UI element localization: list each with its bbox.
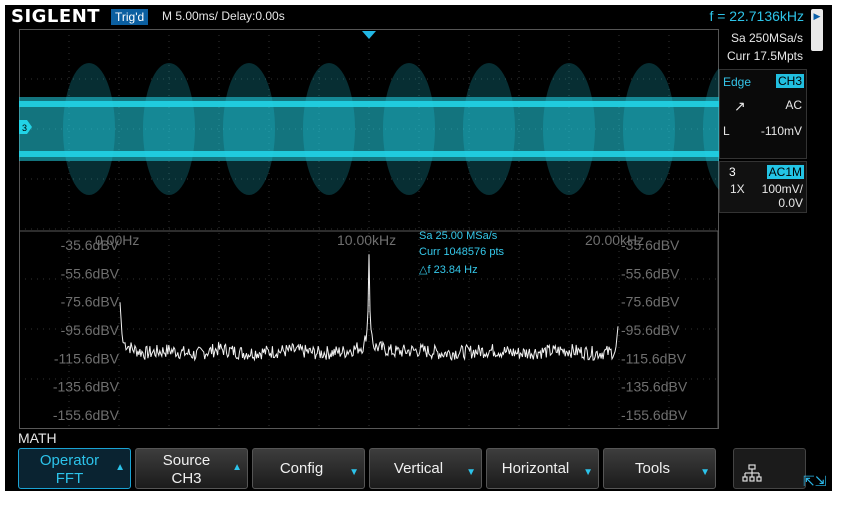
waveform-burst — [63, 63, 115, 195]
fft-points: Curr 1048576 pts — [419, 246, 504, 258]
fft-y-tick-label: -75.6dBV — [621, 294, 680, 310]
channel-number: 3 — [729, 165, 736, 179]
network-icon — [742, 464, 762, 482]
memory-depth-readout: Curr 17.5Mpts — [726, 49, 803, 63]
waveform-burst — [143, 63, 195, 195]
waveform-burst — [703, 68, 719, 190]
config-label: Config — [279, 460, 324, 477]
channel3-waveform — [19, 63, 719, 195]
fft-y-tick-label: -35.6dBV — [61, 237, 120, 253]
fft-x-tick-1: 10.00kHz — [337, 232, 396, 248]
graticule — [19, 29, 719, 429]
channel-coupling: AC1M — [766, 165, 804, 179]
expand-icon[interactable]: ⇱⇲ — [803, 473, 826, 490]
brand-logo: SIGLENT — [11, 6, 101, 27]
arrow-down-icon: ▼ — [700, 467, 710, 478]
fft-sample-rate: Sa 25.00 MSa/s — [419, 230, 498, 242]
trigger-level-label: L — [723, 124, 730, 138]
horizontal-softkey[interactable]: Horizontal ▼ — [486, 448, 599, 489]
fft-y-tick-label: -95.6dBV — [61, 322, 120, 338]
frequency-counter: f = 22.7136kHz — [709, 8, 804, 24]
tools-label: Tools — [634, 460, 671, 477]
sample-rate-readout: Sa 250MSa/s — [730, 31, 803, 45]
waveform-burst — [223, 63, 275, 195]
timebase-readout[interactable]: M 5.00ms/ Delay:0.00s — [162, 9, 285, 23]
arrow-down-icon: ▼ — [349, 467, 359, 478]
fft-y-tick-label: -55.6dBV — [61, 265, 120, 281]
fft-y-tick-label: -75.6dBV — [61, 294, 120, 310]
arrow-down-icon: ▼ — [583, 467, 593, 478]
trigger-source: CH3 — [775, 74, 804, 88]
config-softkey[interactable]: Config ▼ — [252, 448, 365, 489]
network-button[interactable] — [733, 448, 806, 489]
status-bar: SIGLENT Trig'd M 5.00ms/ Delay:0.00s f =… — [5, 5, 832, 29]
display-grid: 3 0.00Hz 10.00kHz 20.00kHz -35.6dBV -55.6… — [19, 29, 719, 429]
fft-info: Sa 25.00 MSa/s Curr 1048576 pts △f 23.84… — [419, 230, 504, 276]
fft-y-tick-label: -135.6dBV — [621, 379, 688, 395]
fft-y-ticks-left: -35.6dBV -55.6dBV -75.6dBV -95.6dBV -115.6dB… — [53, 237, 120, 423]
waveform-upper-edge — [19, 101, 719, 107]
waveform-burst — [463, 63, 515, 195]
fft-y-tick-label: -155.6dBV — [53, 407, 120, 423]
fft-y-tick-label: -35.6dBV — [621, 237, 680, 253]
softkey-bar: Operator FFT ▲ Source CH3 ▲ Config ▼ Ver… — [18, 448, 806, 490]
waveform-burst — [543, 63, 595, 195]
fft-resolution: △f 23.84 Hz — [419, 264, 478, 276]
menu-title: MATH — [18, 430, 57, 446]
rising-edge-icon: ↗ — [734, 98, 746, 114]
trigger-level: -110mV — [760, 124, 802, 138]
fft-y-tick-label: -135.6dBV — [53, 379, 120, 395]
channel-probe: 1X — [730, 182, 745, 196]
channel-offset: 0.0V — [778, 196, 803, 210]
fft-y-tick-label: -115.6dBV — [54, 350, 120, 366]
source-softkey[interactable]: Source CH3 ▲ — [135, 448, 248, 489]
waveform-burst — [383, 63, 435, 195]
horizontal-label: Horizontal — [501, 460, 570, 477]
trigger-position-marker[interactable] — [362, 31, 376, 39]
trigger-coupling: AC — [785, 98, 802, 112]
operator-label: Operator — [39, 452, 100, 469]
trigger-type: Edge — [723, 75, 752, 89]
right-info-panel: Sa 250MSa/s Curr 17.5Mpts Edge CH3 ↗ AC … — [719, 29, 807, 213]
tools-softkey[interactable]: Tools ▼ — [603, 448, 716, 489]
arrow-up-icon: ▲ — [115, 462, 125, 473]
fft-trace — [119, 254, 619, 362]
vertical-label: Vertical — [393, 460, 444, 477]
waveform-burst — [623, 63, 675, 195]
channel-scale: 100mV/ — [761, 182, 803, 196]
operator-softkey[interactable]: Operator FFT ▲ — [18, 448, 131, 489]
channel3-settings-panel[interactable]: 3 AC1M 1X 100mV/ 0.0V — [719, 161, 807, 213]
fft-y-tick-label: -95.6dBV — [621, 322, 680, 338]
source-value: CH3 — [171, 470, 202, 487]
waveform-burst — [303, 63, 355, 195]
oscilloscope-screen: SIGLENT Trig'd M 5.00ms/ Delay:0.00s f =… — [5, 5, 832, 491]
chevron-right-icon: ▶ — [813, 11, 821, 21]
fft-y-tick-label: -155.6dBV — [621, 407, 688, 423]
trigger-status-badge: Trig'd — [111, 9, 149, 25]
fft-y-tick-label: -55.6dBV — [621, 265, 680, 281]
fft-axis-labels: 0.00Hz 10.00kHz 20.00kHz — [95, 232, 644, 248]
arrow-up-icon: ▲ — [232, 462, 242, 473]
operator-value: FFT — [55, 470, 84, 487]
fft-y-tick-label: -115.6dBV — [621, 350, 687, 366]
waveform-lower-edge — [19, 151, 719, 157]
panel-toggle-button[interactable]: ▶ — [811, 9, 823, 51]
arrow-down-icon: ▼ — [466, 467, 476, 478]
channel3-marker-label: 3 — [22, 123, 27, 133]
fft-y-ticks-right: -35.6dBV -55.6dBV -75.6dBV -95.6dBV -115.6dB… — [621, 237, 688, 423]
source-label: Source — [162, 452, 211, 469]
vertical-softkey[interactable]: Vertical ▼ — [369, 448, 482, 489]
trigger-settings-panel[interactable]: Edge CH3 ↗ AC L -110mV — [719, 69, 807, 159]
